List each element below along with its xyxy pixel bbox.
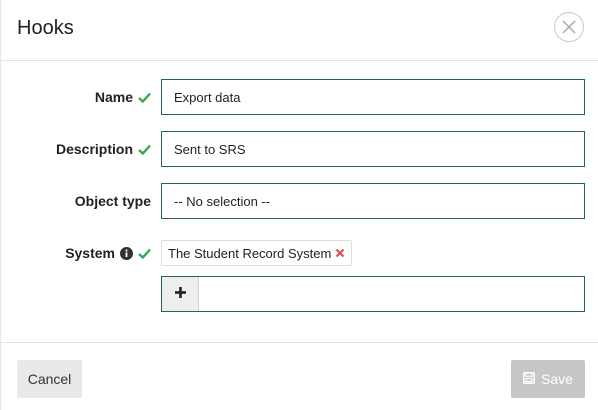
remove-x-icon[interactable] bbox=[335, 248, 345, 258]
description-input[interactable]: Sent to SRS bbox=[161, 131, 585, 167]
save-label: Save bbox=[541, 371, 573, 387]
check-icon bbox=[138, 92, 151, 103]
system-add-row bbox=[161, 276, 585, 312]
system-search-input[interactable] bbox=[199, 277, 584, 311]
description-row: Description Sent to SRS bbox=[1, 131, 598, 167]
hooks-dialog: Hooks Name Export data Description Sent … bbox=[0, 0, 598, 410]
selected-system-label: The Student Record System bbox=[168, 245, 332, 261]
system-label-group: System bbox=[65, 235, 151, 271]
close-icon bbox=[561, 19, 577, 35]
plus-icon bbox=[174, 285, 186, 303]
description-label-group: Description bbox=[56, 131, 151, 167]
name-label-group: Name bbox=[95, 79, 151, 115]
save-button[interactable]: Save bbox=[511, 360, 585, 398]
add-system-button[interactable] bbox=[162, 277, 199, 311]
close-button[interactable] bbox=[554, 12, 584, 42]
object-type-row: Object type -- No selection -- bbox=[1, 183, 598, 219]
object-type-label: Object type bbox=[74, 193, 151, 209]
name-label: Name bbox=[94, 89, 133, 105]
selected-system-tag: The Student Record System bbox=[161, 240, 353, 266]
info-circle-icon[interactable] bbox=[120, 246, 133, 260]
description-label: Description bbox=[55, 141, 133, 157]
system-label: System bbox=[65, 245, 115, 261]
cancel-button[interactable]: Cancel bbox=[17, 360, 82, 398]
dialog-footer: Cancel Save bbox=[1, 342, 598, 410]
dialog-header: Hooks bbox=[1, 0, 598, 61]
name-input[interactable]: Export data bbox=[161, 79, 585, 115]
object-type-select[interactable]: -- No selection -- bbox=[161, 183, 585, 219]
save-disk-icon bbox=[523, 371, 536, 387]
system-row: System The Student Record System bbox=[1, 235, 598, 271]
object-type-label-group: Object type bbox=[75, 183, 151, 219]
dialog-title: Hooks bbox=[17, 17, 74, 39]
check-icon bbox=[138, 144, 151, 155]
check-icon bbox=[138, 248, 151, 259]
name-row: Name Export data bbox=[1, 79, 598, 115]
